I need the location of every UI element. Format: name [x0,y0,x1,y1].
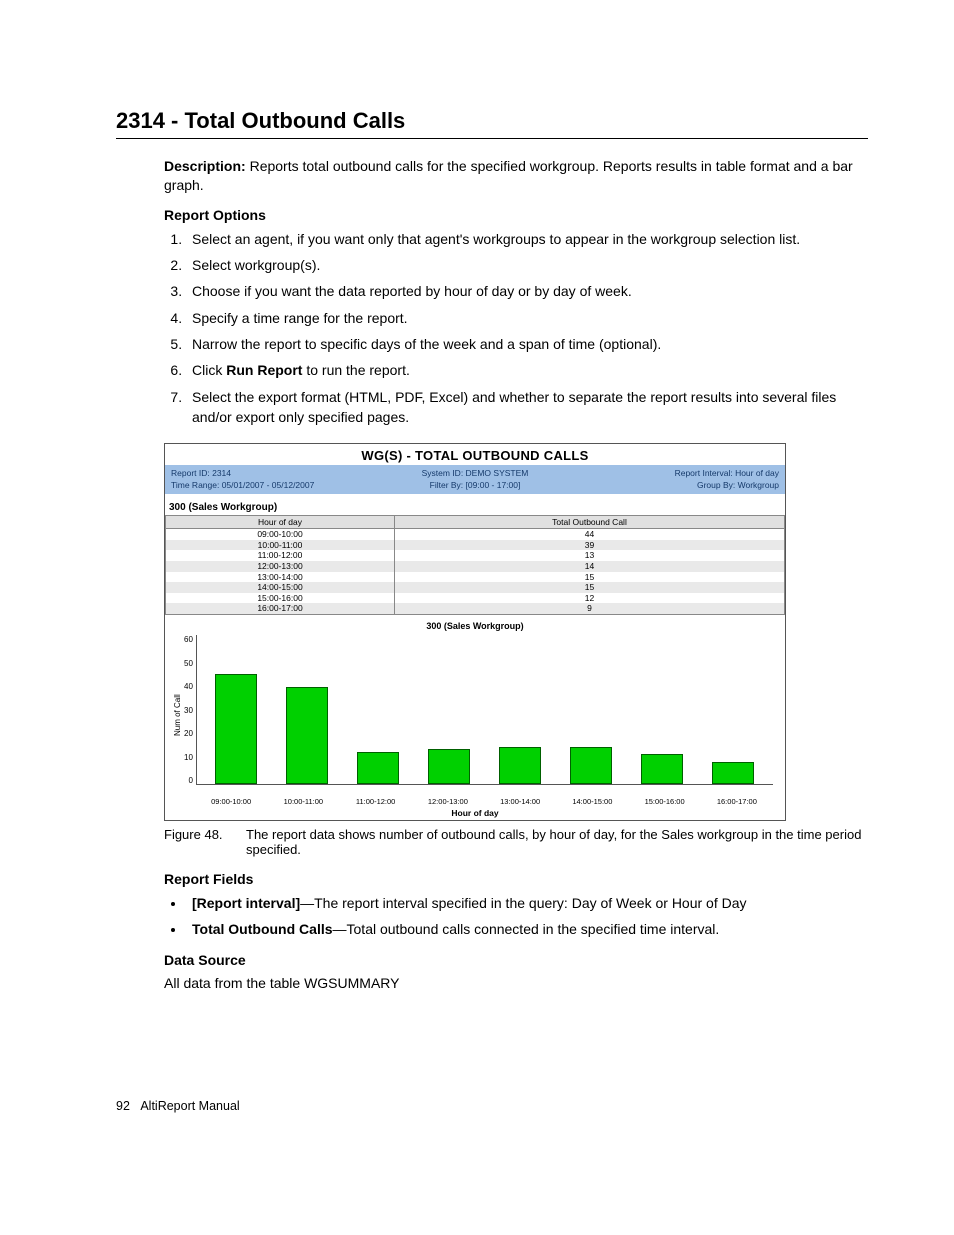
table-row: 12:00-13:0014 [166,561,785,572]
data-source-text: All data from the table WGSUMMARY [164,974,868,993]
report-sample-header: Report ID: 2314 System ID: DEMO SYSTEM R… [165,465,785,494]
list-item: Select workgroup(s). [186,255,868,275]
report-fields-list: [Report interval]—The report interval sp… [164,893,868,940]
list-item: Select the export format (HTML, PDF, Exc… [186,387,868,428]
table-row: 13:00-14:0015 [166,572,785,583]
group-by: Group By: Workgroup [576,480,779,491]
chart-bar [428,749,470,784]
figure-text: The report data shows number of outbound… [246,827,868,857]
chart-xaxis: 09:00-10:0010:00-11:0011:00-12:0012:00-1… [167,795,773,806]
report-id: Report ID: 2314 [171,468,374,479]
description-text: Reports total outbound calls for the spe… [164,158,853,193]
report-sample: WG(S) - TOTAL OUTBOUND CALLS Report ID: … [164,443,786,821]
page-title: 2314 - Total Outbound Calls [116,108,868,134]
figure-caption: Figure 48. The report data shows number … [164,827,868,857]
workgroup-name: 300 (Sales Workgroup) [165,494,785,515]
table-row: 15:00-16:0012 [166,593,785,604]
col-hour: Hour of day [166,516,395,529]
table-row: 16:00-17:009 [166,603,785,614]
chart-bar [570,747,612,785]
report-options-heading: Report Options [164,207,868,223]
report-options-list: Select an agent, if you want only that a… [164,229,868,427]
title-rule [116,138,868,139]
col-total: Total Outbound Call [395,516,785,529]
chart-bar [499,747,541,785]
description: Description: Reports total outbound call… [164,157,868,195]
chart-bar [286,687,328,785]
chart-bar [712,762,754,785]
table-row: 11:00-12:0013 [166,550,785,561]
table-row: 10:00-11:0039 [166,540,785,551]
list-item: Specify a time range for the report. [186,308,868,328]
time-range: Time Range: 05/01/2007 - 05/12/2007 [171,480,374,491]
chart-yaxis: 6050403020100 [184,635,196,785]
list-item: Total Outbound Calls—Total outbound call… [186,919,868,939]
report-interval: Report Interval: Hour of day [576,468,779,479]
table-row: 14:00-15:0015 [166,582,785,593]
system-id: System ID: DEMO SYSTEM [374,468,577,479]
report-sample-title: WG(S) - TOTAL OUTBOUND CALLS [165,444,785,465]
figure-number: Figure 48. [164,827,246,857]
report-fields-heading: Report Fields [164,871,868,887]
chart-bar [357,752,399,785]
chart-bar [641,754,683,784]
list-item: Select an agent, if you want only that a… [186,229,868,249]
chart-plot [196,635,773,785]
list-item: Click Run Report to run the report. [186,360,868,380]
data-table: Hour of day Total Outbound Call 09:00-10… [165,515,785,615]
chart-bar [215,674,257,784]
chart: 300 (Sales Workgroup) Num of Call 605040… [165,615,785,820]
page-number: 92 [116,1099,130,1113]
list-item: [Report interval]—The report interval sp… [186,893,868,913]
list-item: Choose if you want the data reported by … [186,281,868,301]
page-footer: 92 AltiReport Manual [116,1099,240,1113]
chart-xlabel: Hour of day [167,808,783,818]
table-row: 09:00-10:0044 [166,529,785,540]
description-label: Description: [164,158,246,174]
chart-title: 300 (Sales Workgroup) [167,621,783,631]
data-source-heading: Data Source [164,952,868,968]
footer-doc-title: AltiReport Manual [140,1099,239,1113]
chart-ylabel: Num of Call [171,635,184,795]
list-item: Narrow the report to specific days of th… [186,334,868,354]
filter-by: Filter By: [09:00 - 17:00] [374,480,577,491]
